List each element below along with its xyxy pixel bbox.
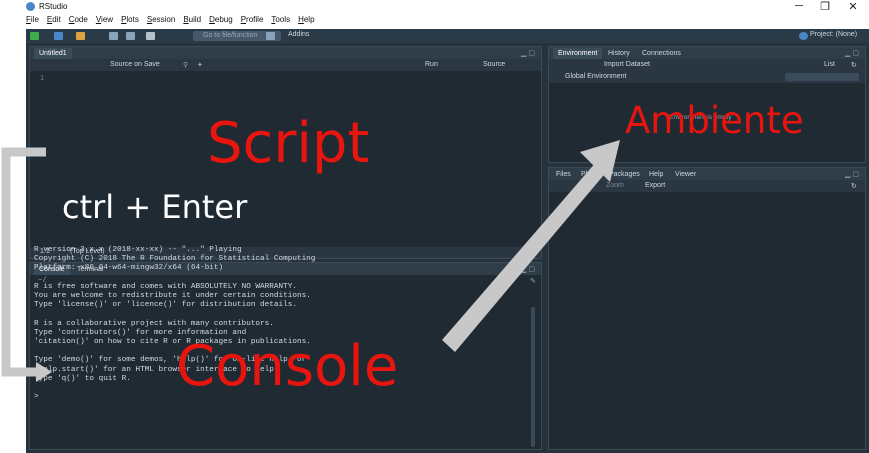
big-arrow-shape bbox=[442, 161, 608, 352]
shortcut-annotation: ctrl + Enter bbox=[62, 188, 248, 226]
annotation-overlay bbox=[1, 140, 620, 382]
console-annotation: Console bbox=[176, 334, 399, 399]
bracket-arrow-shape bbox=[1, 147, 46, 377]
bracket-arrowhead bbox=[36, 362, 52, 382]
script-annotation: Script bbox=[207, 111, 370, 176]
ambiente-annotation: Ambiente bbox=[625, 99, 804, 142]
